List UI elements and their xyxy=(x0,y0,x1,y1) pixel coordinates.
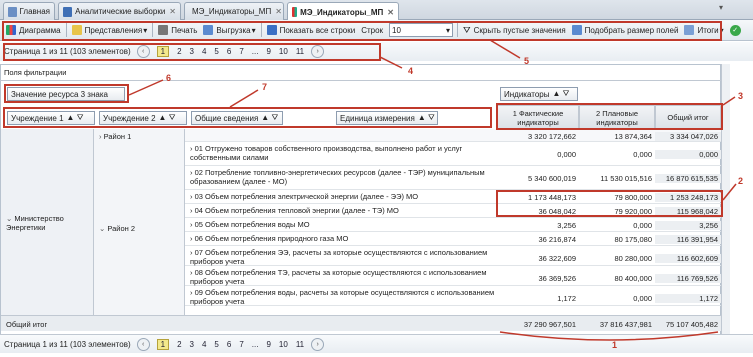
annotation-label-6: 6 xyxy=(166,73,172,83)
annotation-label-3: 3 xyxy=(738,91,744,101)
annotation-label-1: 1 xyxy=(612,340,618,350)
annotation-lines xyxy=(128,39,737,341)
annotation-label-5: 5 xyxy=(524,56,530,66)
annotation-label-2: 2 xyxy=(738,176,744,186)
annotation-label-7: 7 xyxy=(262,82,268,92)
annotation-label-4: 4 xyxy=(408,66,414,76)
